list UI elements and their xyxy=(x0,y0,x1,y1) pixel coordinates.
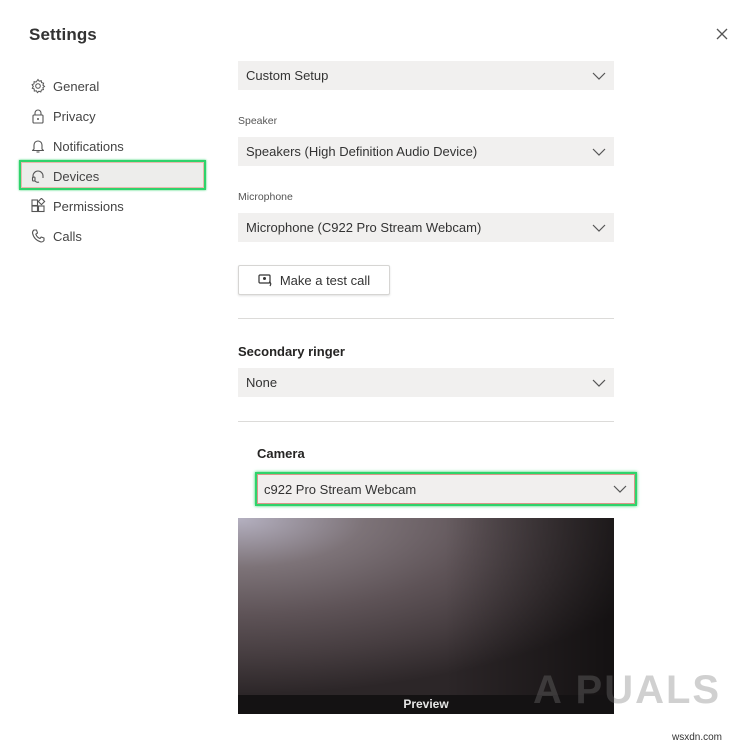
section-divider xyxy=(238,421,614,422)
settings-title: Settings xyxy=(29,25,97,44)
secondary-ringer-value: None xyxy=(246,375,278,390)
secondary-ringer-heading: Secondary ringer xyxy=(238,344,345,359)
sidebar-item-privacy[interactable]: Privacy xyxy=(30,105,96,127)
chevron-down-icon xyxy=(592,224,606,232)
chevron-down-icon xyxy=(592,72,606,80)
sidebar-item-notifications[interactable]: Notifications xyxy=(30,135,124,157)
sidebar-item-label: General xyxy=(53,78,100,94)
speaker-value: Speakers (High Definition Audio Device) xyxy=(246,144,478,159)
sidebar-item-general[interactable]: General xyxy=(30,75,99,97)
sidebar-item-label: Calls xyxy=(53,228,82,244)
speaker-label: Speaker xyxy=(238,115,278,127)
watermark-site: wsxdn.com xyxy=(672,732,723,743)
watermark-logo: A PUALS xyxy=(533,668,722,712)
microphone-label: Microphone xyxy=(238,191,293,203)
section-divider xyxy=(238,318,614,319)
lock-icon xyxy=(32,109,44,124)
make-test-call-button[interactable]: Make a test call xyxy=(238,265,390,295)
sidebar-item-label: Notifications xyxy=(53,138,124,154)
phone-icon xyxy=(31,229,45,243)
make-test-call-label: Make a test call xyxy=(279,272,371,288)
bell-icon xyxy=(31,140,45,153)
close-icon xyxy=(716,28,728,40)
microphone-dropdown[interactable]: Microphone (C922 Pro Stream Webcam) xyxy=(238,213,614,242)
chevron-down-icon xyxy=(592,379,606,387)
sidebar-item-permissions[interactable]: Permissions xyxy=(30,195,124,217)
secondary-ringer-dropdown[interactable]: None xyxy=(238,368,614,397)
sidebar-item-label: Privacy xyxy=(53,108,96,124)
camera-dropdown[interactable]: c922 Pro Stream Webcam xyxy=(255,472,637,506)
camera-heading: Camera xyxy=(257,446,305,461)
speaker-dropdown[interactable]: Speakers (High Definition Audio Device) xyxy=(238,137,614,166)
camera-value: c922 Pro Stream Webcam xyxy=(264,481,417,497)
sidebar-item-devices[interactable]: Devices xyxy=(30,165,99,187)
grid-icon xyxy=(31,198,46,213)
chevron-down-icon xyxy=(592,148,606,156)
sidebar-item-label: Devices xyxy=(53,168,100,184)
sidebar-item-calls[interactable]: Calls xyxy=(30,225,82,247)
audio-device-dropdown[interactable]: Custom Setup xyxy=(238,61,614,90)
headset-icon xyxy=(31,170,44,183)
chevron-down-icon xyxy=(613,485,627,493)
microphone-value: Microphone (C922 Pro Stream Webcam) xyxy=(246,220,482,235)
audio-device-value: Custom Setup xyxy=(246,68,329,83)
sidebar-item-label: Permissions xyxy=(53,198,124,214)
gear-icon xyxy=(31,78,46,94)
close-button[interactable] xyxy=(712,24,732,44)
test-call-icon xyxy=(258,273,272,286)
